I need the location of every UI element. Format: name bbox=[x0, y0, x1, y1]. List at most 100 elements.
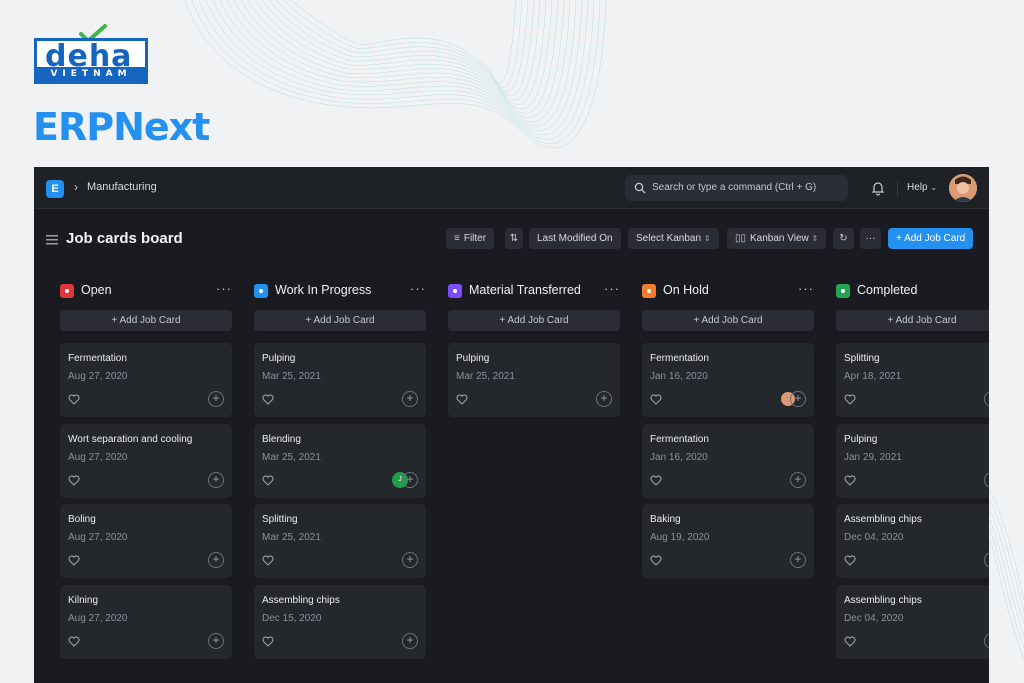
add-assignee-icon[interactable]: + bbox=[208, 633, 224, 649]
add-assignee-icon[interactable]: + bbox=[208, 552, 224, 568]
kanban-card[interactable]: Assembling chips Dec 04, 2020 + bbox=[836, 585, 989, 659]
avatar[interactable] bbox=[949, 174, 977, 202]
add-assignee-icon[interactable]: + bbox=[596, 391, 612, 407]
card-title: Assembling chips bbox=[844, 514, 922, 525]
add-assignee-icon[interactable]: + bbox=[984, 391, 989, 407]
heart-icon[interactable] bbox=[68, 475, 80, 486]
search-icon bbox=[634, 182, 646, 194]
column-header: On Hold ··· bbox=[642, 281, 814, 301]
column-add-card-button[interactable]: + Add Job Card bbox=[836, 310, 989, 331]
add-assignee-icon[interactable]: + bbox=[790, 472, 806, 488]
card-title: Fermentation bbox=[650, 434, 709, 445]
kanban-card[interactable]: Fermentation Aug 27, 2020 + bbox=[60, 343, 232, 417]
heart-icon[interactable] bbox=[844, 555, 856, 566]
heart-icon[interactable] bbox=[262, 555, 274, 566]
app-logo-icon[interactable]: E bbox=[46, 180, 64, 198]
card-date: Mar 25, 2021 bbox=[456, 371, 515, 382]
card-date: Aug 19, 2020 bbox=[650, 532, 710, 543]
add-assignee-icon[interactable]: + bbox=[984, 552, 989, 568]
heart-icon[interactable] bbox=[68, 394, 80, 405]
column-add-card-button[interactable]: + Add Job Card bbox=[642, 310, 814, 331]
column-title: Open bbox=[81, 283, 112, 297]
column-title: Completed bbox=[857, 283, 918, 297]
kanban-card[interactable]: Splitting Mar 25, 2021 + bbox=[254, 504, 426, 578]
status-indicator bbox=[60, 284, 74, 298]
kanban-card[interactable]: Pulping Mar 25, 2021 + bbox=[254, 343, 426, 417]
add-assignee-icon[interactable]: + bbox=[208, 472, 224, 488]
kanban-card[interactable]: Kilning Aug 27, 2020 + bbox=[60, 585, 232, 659]
search-bar[interactable]: Search or type a command (Ctrl + G) bbox=[625, 175, 848, 201]
column-add-card-button[interactable]: + Add Job Card bbox=[448, 310, 620, 331]
heart-icon[interactable] bbox=[262, 475, 274, 486]
heart-icon[interactable] bbox=[262, 394, 274, 405]
card-title: Assembling chips bbox=[262, 595, 340, 606]
heart-icon[interactable] bbox=[68, 555, 80, 566]
menu-icon[interactable] bbox=[46, 235, 58, 245]
add-assignee-icon[interactable]: + bbox=[402, 552, 418, 568]
logo-subtitle: VIETNAM bbox=[37, 67, 145, 81]
kanban-column: Work In Progress ··· + Add Job Card Pulping… bbox=[254, 267, 426, 683]
help-dropdown[interactable]: Help ⌄ bbox=[907, 182, 937, 193]
add-assignee-icon[interactable]: + bbox=[208, 391, 224, 407]
kanban-card[interactable]: Splitting Apr 18, 2021 + bbox=[836, 343, 989, 417]
heart-icon[interactable] bbox=[68, 636, 80, 647]
add-assignee-icon[interactable]: + bbox=[402, 633, 418, 649]
bell-icon[interactable] bbox=[870, 180, 886, 196]
sort-order-button[interactable]: ⇅ bbox=[505, 228, 523, 249]
status-indicator bbox=[254, 284, 268, 298]
card-title: Boling bbox=[68, 514, 96, 525]
heart-icon[interactable] bbox=[650, 475, 662, 486]
kanban-view-dropdown[interactable]: ▯▯ Kanban View ⇕ bbox=[727, 228, 827, 249]
breadcrumb[interactable]: Manufacturing bbox=[87, 181, 157, 193]
add-assignee-icon[interactable]: + bbox=[790, 391, 806, 407]
kanban-column: Open ··· + Add Job Card Fermentation Aug 27,… bbox=[60, 267, 232, 683]
card-title: Pulping bbox=[456, 353, 490, 364]
more-button[interactable]: ··· bbox=[860, 228, 881, 249]
page-title: Job cards board bbox=[66, 230, 183, 247]
column-menu-icon[interactable]: ··· bbox=[798, 281, 814, 296]
column-menu-icon[interactable]: ··· bbox=[216, 281, 232, 296]
column-menu-icon[interactable]: ··· bbox=[604, 281, 620, 296]
sort-field-button[interactable]: Last Modified On bbox=[529, 228, 621, 249]
kanban-card[interactable]: Fermentation Jan 16, 2020 + bbox=[642, 343, 814, 417]
heart-icon[interactable] bbox=[844, 475, 856, 486]
kanban-column: Completed··· + Add Job Card Splitting Apr 1… bbox=[836, 267, 989, 683]
select-kanban-dropdown[interactable]: Select Kanban ⇕ bbox=[628, 228, 719, 249]
column-add-card-button[interactable]: + Add Job Card bbox=[60, 310, 232, 331]
kanban-card[interactable]: Baking Aug 19, 2020 + bbox=[642, 504, 814, 578]
card-date: Mar 25, 2021 bbox=[262, 532, 321, 543]
add-assignee-icon[interactable]: + bbox=[984, 472, 989, 488]
column-add-card-button[interactable]: + Add Job Card bbox=[254, 310, 426, 331]
column-header: Open ··· bbox=[60, 281, 232, 301]
kanban-card[interactable]: Assembling chips Dec 15, 2020 + bbox=[254, 585, 426, 659]
refresh-button[interactable]: ↻ bbox=[833, 228, 854, 249]
add-assignee-icon[interactable]: + bbox=[402, 391, 418, 407]
kanban-card[interactable]: Blending Mar 25, 2021 J + bbox=[254, 424, 426, 498]
kanban-column: On Hold ··· + Add Job Card Fermentation Jan … bbox=[642, 267, 814, 683]
kanban-card[interactable]: Wort separation and cooling Aug 27, 2020 + bbox=[60, 424, 232, 498]
app-window: E › Manufacturing Search or type a comma… bbox=[34, 167, 989, 683]
add-assignee-icon[interactable]: + bbox=[402, 472, 418, 488]
heart-icon[interactable] bbox=[262, 636, 274, 647]
add-assignee-icon[interactable]: + bbox=[984, 633, 989, 649]
add-job-card-button[interactable]: + Add Job Card bbox=[888, 228, 974, 249]
card-date: Apr 18, 2021 bbox=[844, 371, 902, 382]
column-title: Material Transferred bbox=[469, 283, 581, 297]
add-assignee-icon[interactable]: + bbox=[790, 552, 806, 568]
kanban-card[interactable]: Pulping Mar 25, 2021 + bbox=[448, 343, 620, 417]
heart-icon[interactable] bbox=[844, 394, 856, 405]
heart-icon[interactable] bbox=[650, 555, 662, 566]
chevron-updown-icon: ⇕ bbox=[811, 234, 819, 243]
filter-button[interactable]: ≡ Filter bbox=[446, 228, 495, 249]
heart-icon[interactable] bbox=[456, 394, 468, 405]
kanban-card[interactable]: Assembling chips Dec 04, 2020 + bbox=[836, 504, 989, 578]
search-input[interactable]: Search or type a command (Ctrl + G) bbox=[652, 182, 816, 193]
heart-icon[interactable] bbox=[650, 394, 662, 405]
kanban-card[interactable]: Pulping Jan 29, 2021 + bbox=[836, 424, 989, 498]
kanban-card[interactable]: Fermentation Jan 16, 2020 + bbox=[642, 424, 814, 498]
kanban-card[interactable]: Boling Aug 27, 2020 + bbox=[60, 504, 232, 578]
heart-icon[interactable] bbox=[844, 636, 856, 647]
card-date: Mar 25, 2021 bbox=[262, 452, 321, 463]
deha-vietnam-logo: deha VIETNAM bbox=[34, 24, 152, 86]
column-menu-icon[interactable]: ··· bbox=[410, 281, 426, 296]
